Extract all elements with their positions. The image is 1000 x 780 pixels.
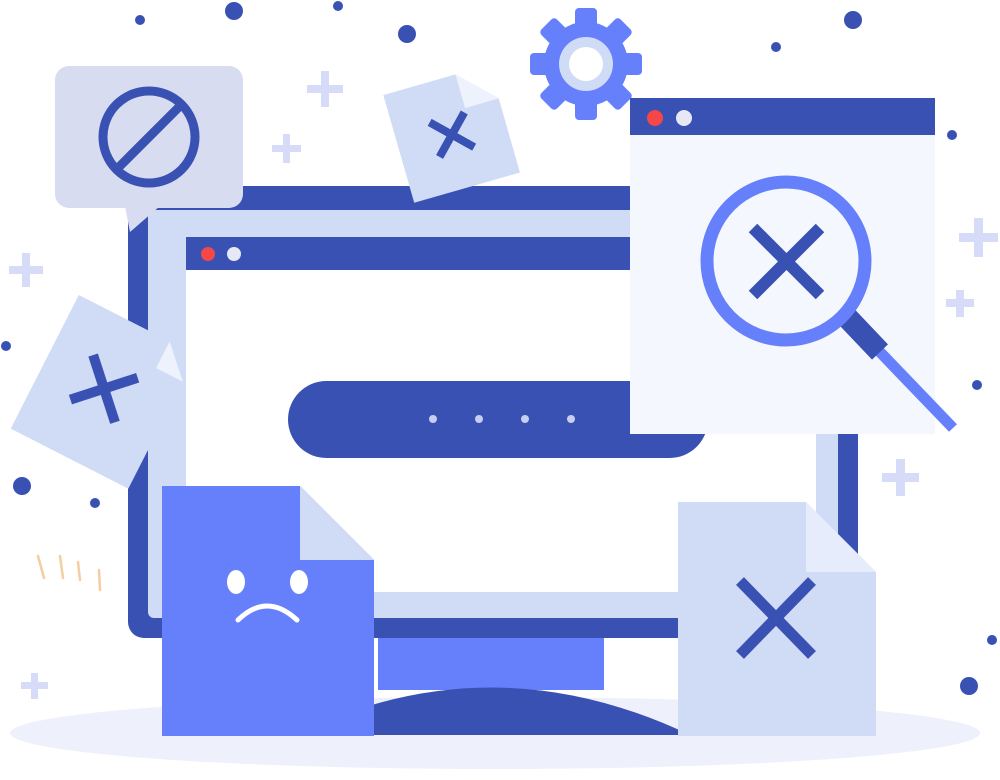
search-error-window <box>630 98 957 434</box>
forbidden-bubble <box>55 66 243 232</box>
monitor-stand-neck <box>378 634 604 690</box>
sparkle-lines <box>36 554 102 592</box>
sad-face-left-eye <box>227 570 245 594</box>
search-window-titlebar <box>630 98 935 135</box>
error-illustration <box>1 1 998 769</box>
sad-face-right-eye <box>290 570 308 594</box>
window-dot-minimize <box>676 110 692 126</box>
window-dot-close <box>647 110 663 126</box>
floating-document-top <box>383 74 520 203</box>
gear-icon <box>530 8 642 120</box>
window-dot-close <box>201 247 215 261</box>
window-dot-minimize <box>227 247 241 261</box>
